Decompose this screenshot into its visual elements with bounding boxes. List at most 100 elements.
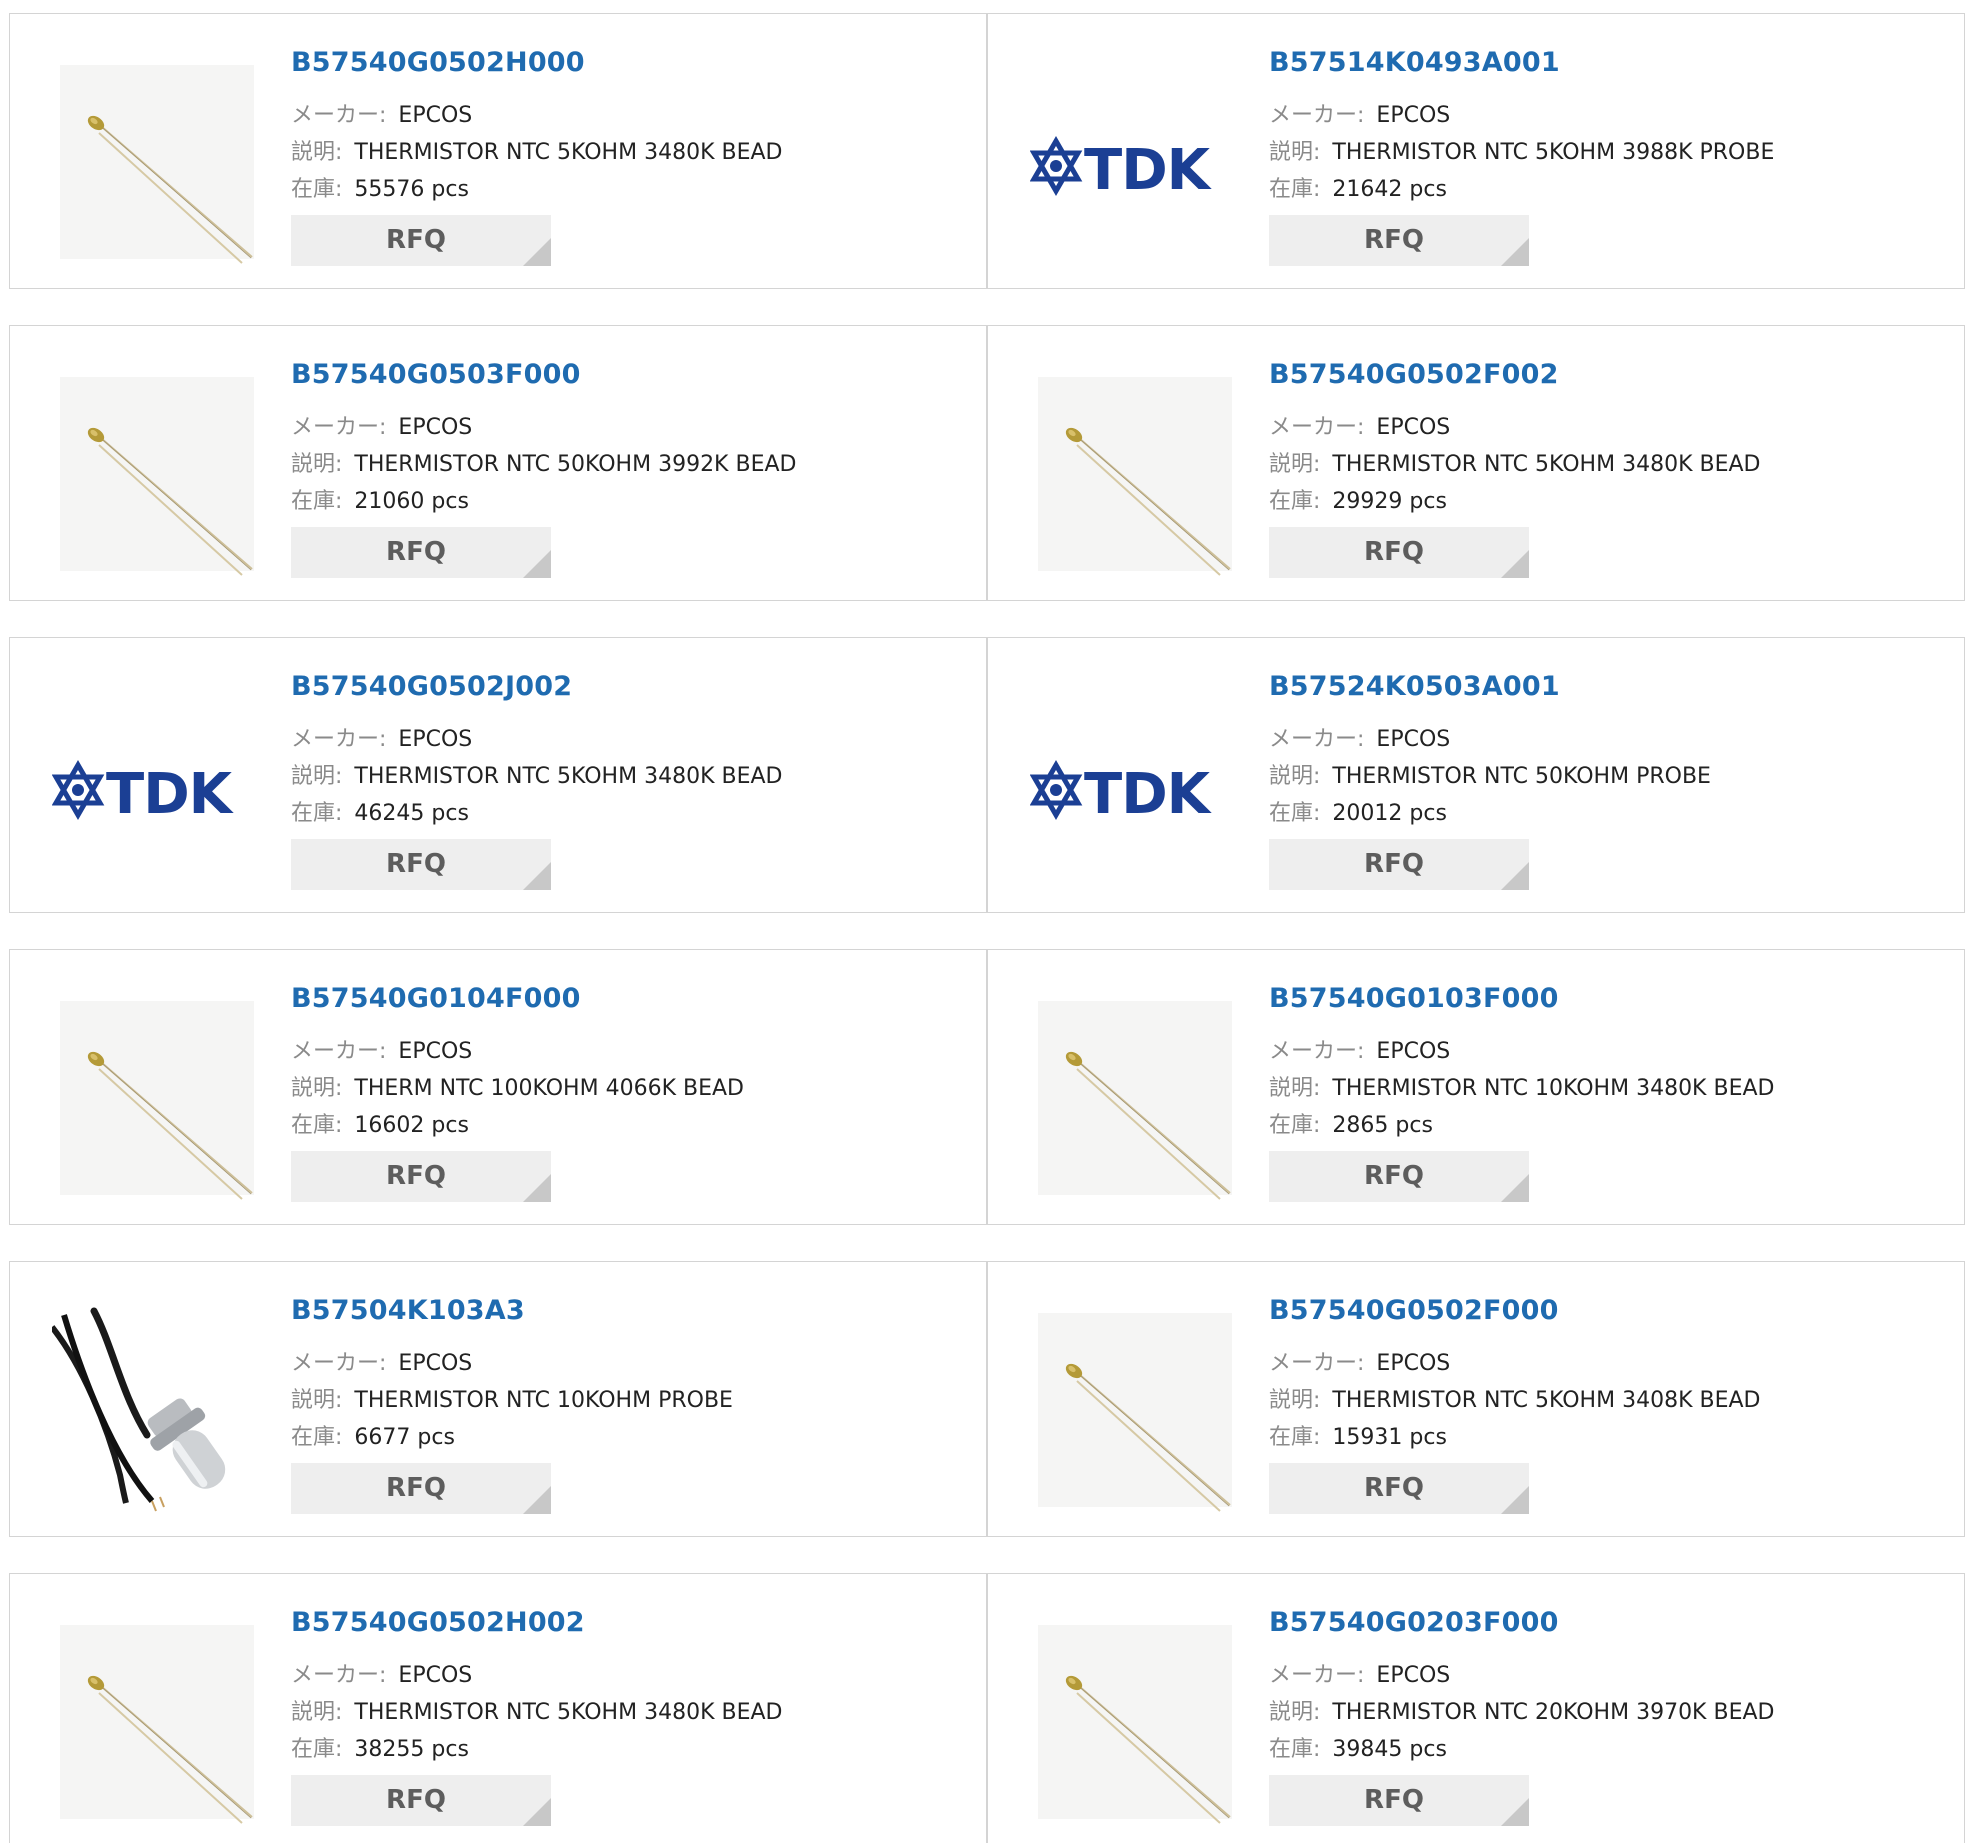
part-number-link[interactable]: B57514K0493A001 (1269, 47, 1560, 78)
part-number-link[interactable]: B57524K0503A001 (1269, 671, 1560, 702)
description-row: 説明: THERMISTOR NTC 50KOHM 3992K BEAD (291, 446, 796, 478)
thermistor-probe-icon (52, 1305, 262, 1515)
manufacturer-logo[interactable]: TDK (1030, 57, 1240, 267)
stock-label: 在庫: (1269, 801, 1321, 826)
product-card-B57540G0503F000: B57540G0503F000 メーカー: EPCOS 説明: THERMISTOR… (9, 325, 987, 601)
product-image[interactable] (52, 57, 262, 267)
part-number-link[interactable]: B57540G0502F000 (1269, 1295, 1559, 1326)
product-card-B57514K0493A001: TDK B57514K0493A001 メーカー: EPCOS 説明: THERMI… (987, 13, 1965, 289)
maker-row: メーカー: EPCOS (1269, 1657, 1450, 1689)
maker-label: メーカー: (291, 1663, 387, 1688)
rfq-button[interactable]: RFQ (1269, 1775, 1529, 1826)
product-card-B57540G0502F002: B57540G0502F002 メーカー: EPCOS 説明: THERMISTOR… (987, 325, 1965, 601)
maker-label: メーカー: (1269, 415, 1365, 440)
rfq-button[interactable]: RFQ (1269, 215, 1529, 266)
product-image[interactable] (1030, 369, 1240, 579)
corner-triangle-icon (523, 1486, 551, 1514)
stock-value: 38255 pcs (354, 1737, 469, 1762)
part-number-link[interactable]: B57540G0502H002 (291, 1607, 585, 1638)
description-row: 説明: THERMISTOR NTC 20KOHM 3970K BEAD (1269, 1694, 1774, 1726)
product-image[interactable] (52, 369, 262, 579)
rfq-button[interactable]: RFQ (1269, 839, 1529, 890)
stock-label: 在庫: (1269, 489, 1321, 514)
maker-row: メーカー: EPCOS (291, 1657, 472, 1689)
stock-label: 在庫: (291, 177, 343, 202)
part-number-link[interactable]: B57540G0203F000 (1269, 1607, 1559, 1638)
rfq-button[interactable]: RFQ (291, 839, 551, 890)
maker-value: EPCOS (398, 1039, 473, 1064)
rfq-button[interactable]: RFQ (291, 1775, 551, 1826)
description-row: 説明: THERM NTC 100KOHM 4066K BEAD (291, 1070, 744, 1102)
rfq-label: RFQ (386, 849, 446, 879)
stock-row: 在庫: 29929 pcs (1269, 483, 1447, 515)
rfq-label: RFQ (1364, 537, 1424, 567)
description-value: THERMISTOR NTC 5KOHM 3480K BEAD (354, 1700, 783, 1725)
corner-triangle-icon (1501, 1486, 1529, 1514)
maker-value: EPCOS (1376, 103, 1451, 128)
maker-label: メーカー: (1269, 1663, 1365, 1688)
product-image[interactable] (1030, 1305, 1240, 1515)
description-value: THERMISTOR NTC 5KOHM 3480K BEAD (1332, 452, 1761, 477)
maker-label: メーカー: (291, 1351, 387, 1376)
rfq-label: RFQ (1364, 1161, 1424, 1191)
stock-row: 在庫: 38255 pcs (291, 1731, 469, 1763)
description-label: 説明: (1269, 1700, 1321, 1725)
rfq-label: RFQ (1364, 225, 1424, 255)
manufacturer-logo[interactable]: TDK (1030, 681, 1240, 891)
thermistor-bead-icon (1038, 1313, 1232, 1512)
part-number-link[interactable]: B57540G0103F000 (1269, 983, 1559, 1014)
manufacturer-logo[interactable]: TDK (52, 681, 262, 891)
rfq-button[interactable]: RFQ (291, 527, 551, 578)
maker-label: メーカー: (1269, 727, 1365, 752)
thermistor-bead-icon (1038, 377, 1232, 576)
stock-row: 在庫: 21060 pcs (291, 483, 469, 515)
description-value: THERMISTOR NTC 5KOHM 3480K BEAD (354, 140, 783, 165)
part-number-link[interactable]: B57540G0502J002 (291, 671, 572, 702)
product-image[interactable] (52, 993, 262, 1203)
maker-row: メーカー: EPCOS (1269, 97, 1450, 129)
description-label: 説明: (1269, 1076, 1321, 1101)
maker-label: メーカー: (291, 415, 387, 440)
product-image[interactable] (1030, 1617, 1240, 1827)
stock-label: 在庫: (1269, 1425, 1321, 1450)
rfq-button[interactable]: RFQ (1269, 527, 1529, 578)
stock-row: 在庫: 20012 pcs (1269, 795, 1447, 827)
stock-value: 29929 pcs (1332, 489, 1447, 514)
part-number-link[interactable]: B57504K103A3 (291, 1295, 525, 1326)
rfq-button[interactable]: RFQ (291, 1463, 551, 1514)
maker-value: EPCOS (1376, 1039, 1451, 1064)
stock-label: 在庫: (1269, 177, 1321, 202)
maker-value: EPCOS (1376, 727, 1451, 752)
description-row: 説明: THERMISTOR NTC 10KOHM 3480K BEAD (1269, 1070, 1774, 1102)
maker-row: メーカー: EPCOS (291, 409, 472, 441)
description-label: 説明: (291, 1076, 343, 1101)
description-row: 説明: THERMISTOR NTC 5KOHM 3408K BEAD (1269, 1382, 1760, 1414)
stock-value: 16602 pcs (354, 1113, 469, 1138)
stock-row: 在庫: 46245 pcs (291, 795, 469, 827)
description-label: 説明: (291, 1700, 343, 1725)
tdk-logo-icon: TDK (1030, 760, 1214, 827)
rfq-label: RFQ (386, 225, 446, 255)
corner-triangle-icon (1501, 550, 1529, 578)
tdk-logo-icon: TDK (1030, 136, 1214, 203)
rfq-button[interactable]: RFQ (1269, 1463, 1529, 1514)
description-value: THERMISTOR NTC 20KOHM 3970K BEAD (1332, 1700, 1775, 1725)
description-label: 説明: (1269, 1388, 1321, 1413)
rfq-button[interactable]: RFQ (291, 1151, 551, 1202)
part-number-link[interactable]: B57540G0104F000 (291, 983, 581, 1014)
product-image[interactable] (1030, 993, 1240, 1203)
maker-row: メーカー: EPCOS (291, 721, 472, 753)
corner-triangle-icon (1501, 1798, 1529, 1826)
rfq-button[interactable]: RFQ (1269, 1151, 1529, 1202)
product-image[interactable] (52, 1617, 262, 1827)
part-number-link[interactable]: B57540G0502F002 (1269, 359, 1559, 390)
corner-triangle-icon (523, 550, 551, 578)
stock-label: 在庫: (291, 1113, 343, 1138)
svg-text:TDK: TDK (106, 762, 235, 827)
part-number-link[interactable]: B57540G0503F000 (291, 359, 581, 390)
part-number-link[interactable]: B57540G0502H000 (291, 47, 585, 78)
rfq-button[interactable]: RFQ (291, 215, 551, 266)
thermistor-bead-icon (60, 1001, 254, 1200)
product-image[interactable] (52, 1305, 262, 1515)
tdk-logo-icon: TDK (52, 760, 236, 827)
